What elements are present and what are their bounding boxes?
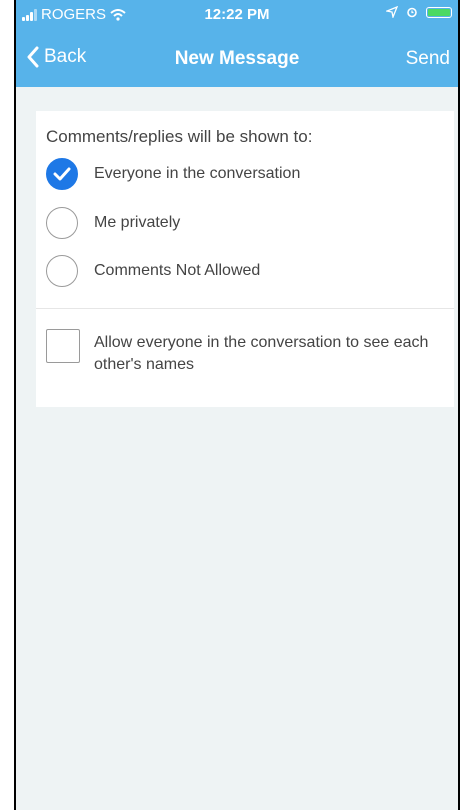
location-arrow-icon: [386, 6, 398, 18]
radio-option-label: Everyone in the conversation: [94, 165, 301, 182]
show-names-option[interactable]: Allow everyone in the conversation to se…: [46, 329, 434, 376]
radio-option-me-privately[interactable]: Me privately: [46, 206, 180, 240]
radio-option-label: Me privately: [94, 214, 181, 231]
radio-option-label: Comments Not Allowed: [94, 262, 261, 279]
page-title: New Message: [174, 48, 300, 69]
radio-option-comments-not-allowed[interactable]: Comments Not Allowed: [46, 254, 260, 288]
divider: [36, 308, 454, 309]
phone-screen: ROGERS 12:22 PM Back New Message Send Co…: [14, 0, 460, 810]
visibility-heading: Comments/replies will be shown to:: [46, 127, 313, 146]
navigation-bar: Back New Message Send: [16, 40, 458, 80]
message-options-card: Comments/replies will be shown to: Every…: [36, 111, 454, 407]
status-bar: ROGERS 12:22 PM: [16, 0, 458, 34]
send-button[interactable]: Send: [406, 48, 450, 70]
battery-icon: [426, 6, 452, 18]
checkmark-icon: [53, 167, 71, 181]
show-names-label: Allow everyone in the conversation to se…: [94, 334, 429, 373]
radio-button-checked[interactable]: [46, 158, 78, 190]
radio-option-everyone[interactable]: Everyone in the conversation: [46, 157, 300, 191]
radio-button[interactable]: [46, 207, 78, 239]
app-header: ROGERS 12:22 PM Back New Message Send: [16, 0, 458, 87]
radio-button[interactable]: [46, 255, 78, 287]
show-names-checkbox[interactable]: [46, 329, 80, 363]
alarm-clock-icon: [407, 7, 417, 18]
status-right: [386, 6, 452, 18]
